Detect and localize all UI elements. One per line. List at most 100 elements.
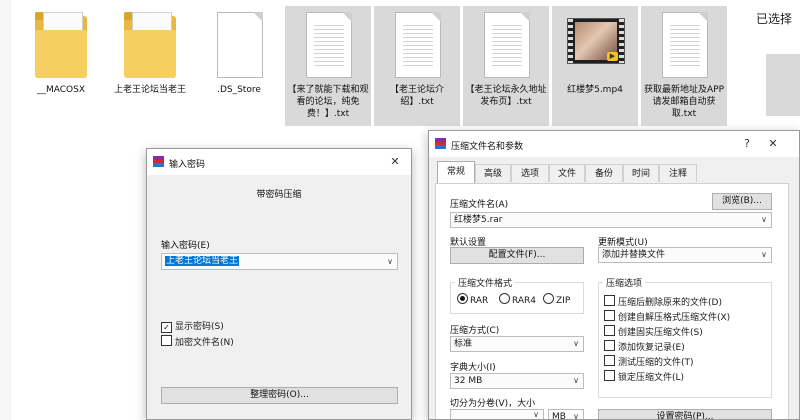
file-item-folder-laowang[interactable]: 上老王论坛当老王 <box>107 6 193 126</box>
option-solid[interactable]: 创建固实压缩文件(S) <box>604 325 703 338</box>
archive-dialog: 压缩文件名和参数 ? ✕ 常规 高级 选项 文件 备份 时间 注释 压缩文件名(… <box>428 130 800 420</box>
checkbox-label: 创建固实压缩文件(S) <box>618 328 703 338</box>
file-item-txt-2[interactable]: 【老王论坛介绍】.txt <box>374 6 460 126</box>
browse-button[interactable]: 浏览(B)... <box>712 193 772 210</box>
file-name: __MACOSX <box>36 85 85 95</box>
dialog-subtitle: 带密码压缩 <box>256 190 302 200</box>
chevron-down-icon[interactable]: ∨ <box>573 374 579 388</box>
file-item-txt-4[interactable]: 获取最新地址及APP请发邮箱自动获取.txt <box>641 6 727 126</box>
option-recovery-record[interactable]: 添加恢复记录(E) <box>604 340 685 353</box>
radio-label: ZIP <box>556 296 571 306</box>
close-icon[interactable]: ✕ <box>761 135 785 153</box>
file-name: 【老王论坛永久地址发布页】.txt <box>465 85 547 107</box>
radio-button[interactable] <box>457 293 468 304</box>
show-password-checkbox[interactable]: ✓ 显示密码(S) <box>161 319 224 333</box>
selection-preview-thumbnail <box>766 54 800 116</box>
radio-button[interactable] <box>499 293 510 304</box>
chevron-down-icon[interactable]: ∨ <box>573 410 579 419</box>
archive-name-label: 压缩文件名(A) <box>450 200 509 210</box>
chevron-down-icon[interactable]: ∨ <box>761 213 767 227</box>
checkbox-box[interactable] <box>604 325 615 336</box>
checkbox-label: 创建自解压格式压缩文件(X) <box>618 313 731 323</box>
tab-files[interactable]: 文件 <box>549 164 585 182</box>
tab-general[interactable]: 常规 <box>437 161 475 183</box>
tab-options[interactable]: 选项 <box>511 164 549 182</box>
organize-passwords-button[interactable]: 整理密码(O)... <box>161 387 398 404</box>
password-dialog: 输入密码 ✕ 带密码压缩 输入密码(E) 上老王论坛当老王 ∨ ✓ 显示密码(S)… <box>146 148 412 420</box>
split-unit-select[interactable]: MB ∨ <box>548 409 584 420</box>
radio-button[interactable] <box>543 293 554 304</box>
checkbox-box[interactable] <box>604 355 615 366</box>
split-size-input[interactable]: ∨ <box>450 409 544 419</box>
radio-label: RAR4 <box>512 296 537 306</box>
help-button[interactable]: ? <box>735 135 759 153</box>
password-value: 上老王论坛当老王 <box>165 256 240 266</box>
radio-label: RAR <box>470 296 489 306</box>
archive-name-value: 红楼梦5.rar <box>454 215 503 225</box>
close-icon[interactable]: ✕ <box>383 153 407 171</box>
option-test-files[interactable]: 测试压缩的文件(T) <box>604 355 694 368</box>
format-rar4-radio[interactable]: RAR4 <box>499 293 536 306</box>
checkbox-box[interactable] <box>604 310 615 321</box>
checkbox-box[interactable] <box>604 295 615 306</box>
dictionary-size-value: 32 MB <box>454 376 483 386</box>
file-item-ds-store[interactable]: .DS_Store <box>196 6 282 126</box>
split-unit-value: MB <box>552 412 566 420</box>
option-sfx[interactable]: 创建自解压格式压缩文件(X) <box>604 310 730 323</box>
archive-name-input[interactable]: 红楼梦5.rar ∨ <box>450 212 772 228</box>
option-delete-after[interactable]: 压缩后删除原来的文件(D) <box>604 295 722 308</box>
chevron-down-icon[interactable]: ∨ <box>761 248 767 262</box>
file-item-txt-1[interactable]: 【来了就能下载和观看的论坛，纯免费！】.txt <box>285 6 371 126</box>
update-mode-select[interactable]: 添加并替换文件 ∨ <box>598 247 772 263</box>
file-name: 红楼梦5.mp4 <box>567 85 623 95</box>
tab-panel-general: 压缩文件名(A) 浏览(B)... 红楼梦5.rar ∨ 默认设置 配置文件(F… <box>435 183 789 420</box>
encrypt-filenames-checkbox[interactable]: 加密文件名(N) <box>161 335 234 348</box>
dictionary-size-select[interactable]: 32 MB ∨ <box>450 373 584 389</box>
checkbox-box[interactable] <box>604 370 615 381</box>
chevron-down-icon[interactable]: ∨ <box>533 410 539 419</box>
selection-panel-title: 已选择 <box>756 12 793 26</box>
password-label: 输入密码(E) <box>161 241 210 251</box>
winrar-icon <box>153 156 164 167</box>
set-password-button[interactable]: 设置密码(P)... <box>598 409 772 419</box>
checkbox-label: 显示密码(S) <box>175 322 224 332</box>
chevron-down-icon[interactable]: ∨ <box>573 337 579 351</box>
file-item-mp4[interactable]: ▶ 红楼梦5.mp4 <box>552 6 638 126</box>
file-name: .DS_Store <box>217 85 261 95</box>
file-item-macosx[interactable]: __MACOSX <box>18 6 104 126</box>
format-zip-radio[interactable]: ZIP <box>543 293 570 306</box>
update-mode-value: 添加并替换文件 <box>602 250 666 260</box>
checkbox-label: 锁定压缩文件(L) <box>618 373 685 383</box>
checkbox-box[interactable] <box>161 335 172 346</box>
dictionary-size-label: 字典大小(I) <box>450 363 496 373</box>
password-input[interactable]: 上老王论坛当老王 ∨ <box>161 253 398 270</box>
compression-options-group: 压缩选项 压缩后删除原来的文件(D) 创建自解压格式压缩文件(X) 创建固实压缩… <box>598 276 772 398</box>
compression-method-select[interactable]: 标准 ∨ <box>450 336 584 352</box>
tab-comment[interactable]: 注释 <box>659 164 697 182</box>
file-name: 获取最新地址及APP请发邮箱自动获取.txt <box>643 85 724 119</box>
checkbox-box[interactable]: ✓ <box>161 322 172 333</box>
archive-format-group: 压缩文件格式 RAR RAR4 ZIP <box>450 276 584 314</box>
dialog-title: 输入密码 <box>169 160 206 170</box>
format-rar-radio[interactable]: RAR <box>457 293 488 306</box>
file-item-txt-3[interactable]: 【老王论坛永久地址发布页】.txt <box>463 6 549 126</box>
checkbox-label: 加密文件名(N) <box>175 338 234 348</box>
group-title: 压缩选项 <box>603 276 646 289</box>
tab-backup[interactable]: 备份 <box>585 164 623 182</box>
tab-time[interactable]: 时间 <box>623 164 659 182</box>
option-lock-archive[interactable]: 锁定压缩文件(L) <box>604 370 684 383</box>
chevron-down-icon[interactable]: ∨ <box>387 254 393 269</box>
folder-icon <box>122 10 178 80</box>
video-file-icon: ▶ <box>567 10 625 80</box>
checkbox-label: 添加恢复记录(E) <box>618 343 685 353</box>
text-file-icon <box>478 10 534 80</box>
password-dialog-titlebar: 输入密码 ✕ <box>147 149 411 175</box>
group-title: 压缩文件格式 <box>455 276 516 289</box>
compression-method-value: 标准 <box>454 339 473 349</box>
tab-advanced[interactable]: 高级 <box>475 164 511 182</box>
checkbox-label: 压缩后删除原来的文件(D) <box>618 298 722 308</box>
profiles-button[interactable]: 配置文件(F)... <box>450 247 584 264</box>
checkbox-box[interactable] <box>604 340 615 351</box>
compression-method-label: 压缩方式(C) <box>450 326 500 336</box>
checkbox-label: 测试压缩的文件(T) <box>618 358 694 368</box>
